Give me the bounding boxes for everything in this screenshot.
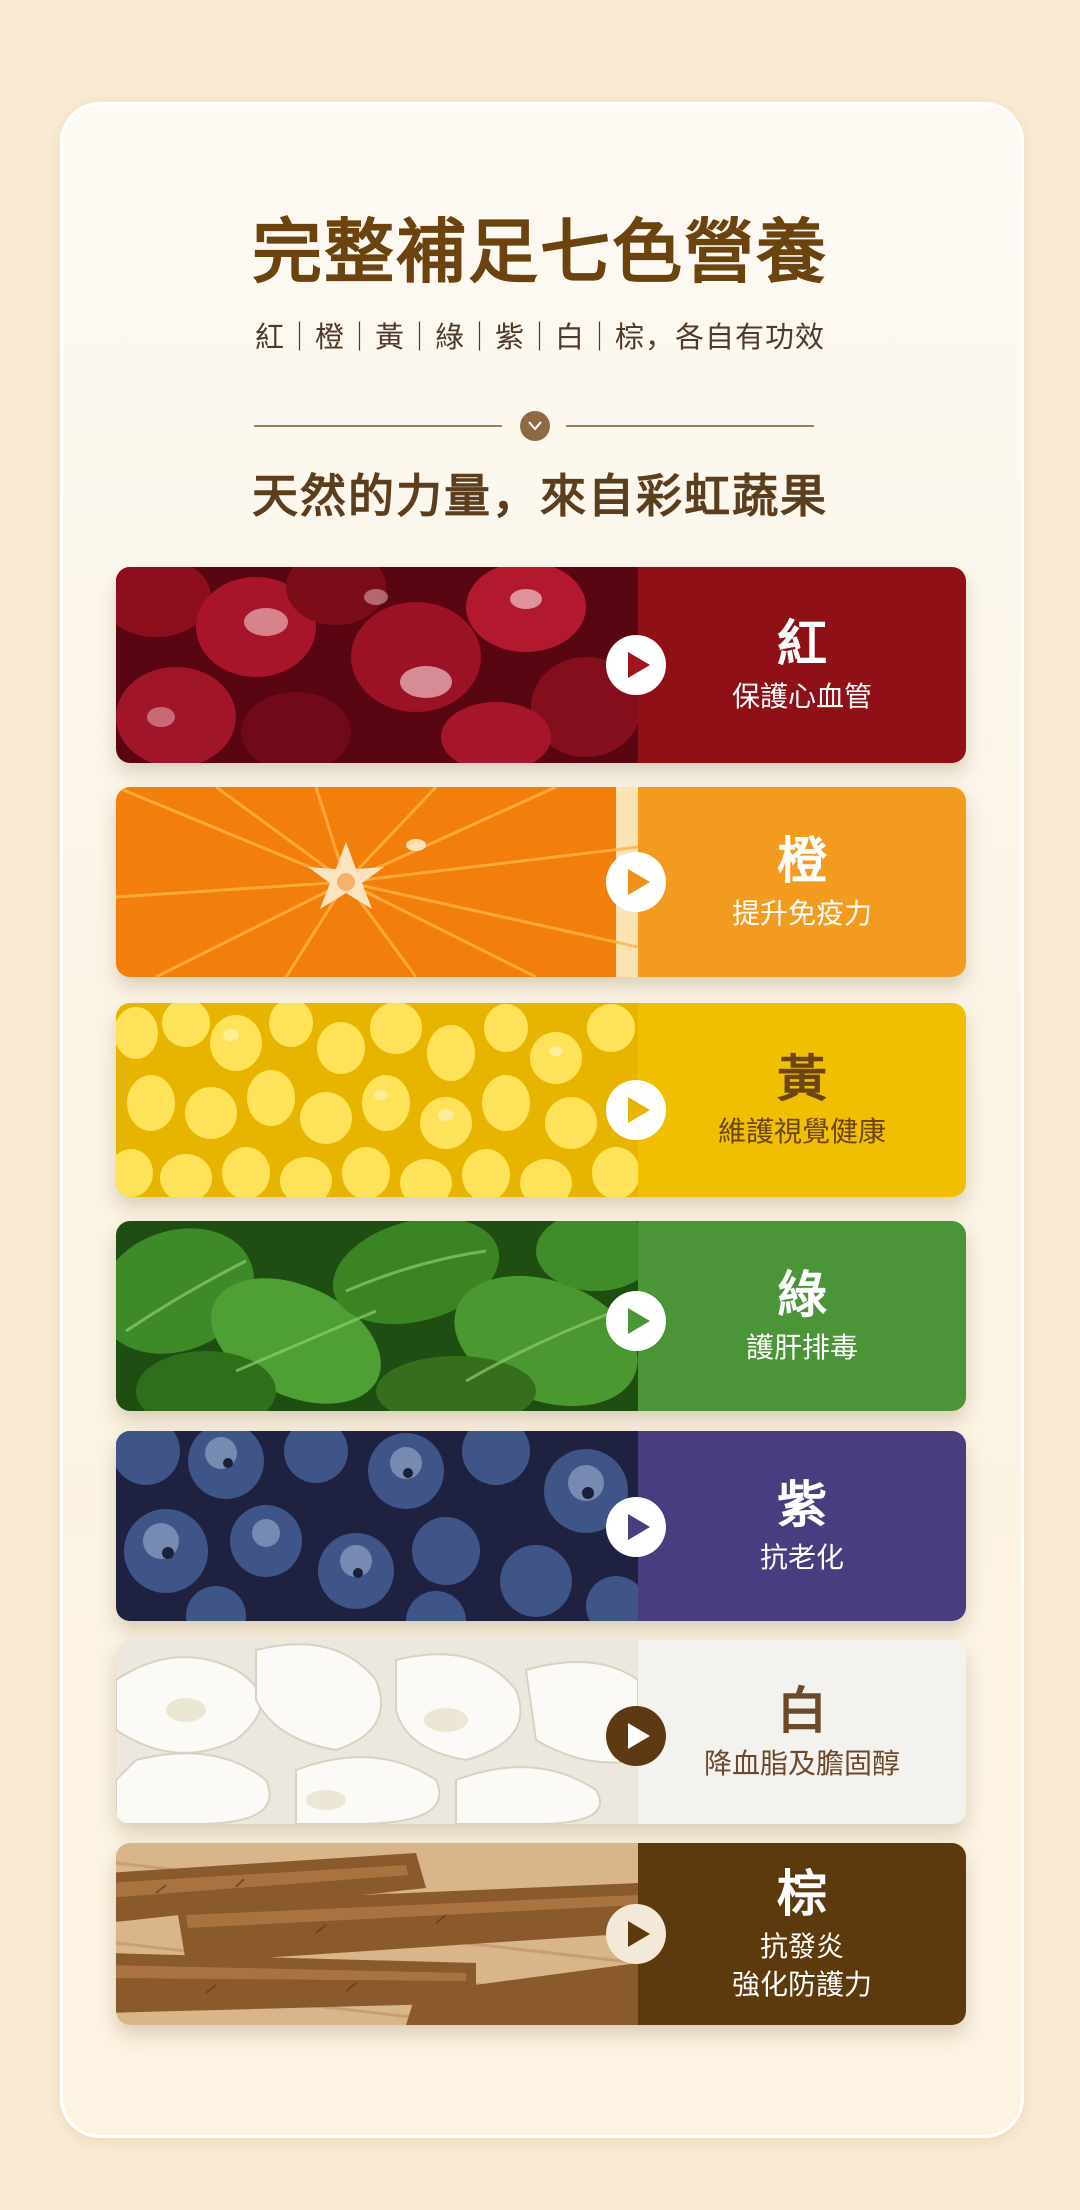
play-icon <box>627 652 650 678</box>
color-panel-yellow: 黃 維護視覺健康 <box>638 1003 966 1197</box>
play-button-purple[interactable] <box>606 1497 666 1557</box>
color-panel-brown: 棕 抗發炎 強化防護力 <box>638 1843 966 2025</box>
color-benefit: 抗發炎 強化防護力 <box>731 1930 872 2001</box>
color-name: 黃 <box>777 1050 827 1109</box>
color-name: 紫 <box>777 1476 827 1535</box>
color-benefit: 護肝排毒 <box>745 1331 858 1365</box>
divider-line-right <box>566 425 814 427</box>
play-button-white[interactable] <box>606 1706 666 1766</box>
blueberries-image <box>116 1431 638 1621</box>
page-title: 完整補足七色營養 <box>252 210 828 293</box>
color-name: 棕 <box>777 1865 827 1924</box>
play-icon <box>627 1723 650 1749</box>
play-button-green[interactable] <box>606 1291 666 1351</box>
color-benefit: 維護視覺健康 <box>717 1115 886 1149</box>
burdock-root-image <box>116 1843 638 2025</box>
color-row-green[interactable]: 綠 護肝排毒 <box>116 1221 966 1411</box>
orange-slice-image <box>116 787 638 977</box>
color-panel-green: 綠 護肝排毒 <box>638 1221 966 1411</box>
color-benefit: 降血脂及膽固醇 <box>703 1747 900 1781</box>
color-row-white[interactable]: 白 降血脂及膽固醇 <box>116 1640 966 1824</box>
play-button-red[interactable] <box>606 635 666 695</box>
color-panel-purple: 紫 抗老化 <box>638 1431 966 1621</box>
play-icon <box>627 869 650 895</box>
green-leaves-image <box>116 1221 638 1411</box>
color-panel-red: 紅 保護心血管 <box>638 567 966 763</box>
play-icon <box>627 1514 650 1540</box>
play-button-brown[interactable] <box>606 1904 666 1964</box>
color-benefit: 提升免疫力 <box>731 897 872 931</box>
section-headline: 天然的力量，來自彩虹蔬果 <box>252 469 828 523</box>
page-subtitle: 紅｜橙｜黃｜綠｜紫｜白｜棕，各自有功效 <box>254 320 825 354</box>
color-benefit: 抗老化 <box>759 1541 844 1575</box>
color-row-red[interactable]: 紅 保護心血管 <box>116 567 966 763</box>
corn-kernels-image <box>116 1003 638 1197</box>
white-fungus-image <box>116 1640 638 1824</box>
play-icon <box>627 1097 650 1123</box>
color-panel-orange: 橙 提升免疫力 <box>638 787 966 977</box>
color-name: 白 <box>777 1682 827 1741</box>
play-button-orange[interactable] <box>606 852 666 912</box>
color-row-brown[interactable]: 棕 抗發炎 強化防護力 <box>116 1843 966 2025</box>
color-name: 紅 <box>777 615 827 674</box>
color-name: 橙 <box>777 832 827 891</box>
color-name: 綠 <box>777 1266 827 1325</box>
color-row-purple[interactable]: 紫 抗老化 <box>116 1431 966 1621</box>
divider-line-left <box>254 425 502 427</box>
play-button-yellow[interactable] <box>606 1080 666 1140</box>
color-row-yellow[interactable]: 黃 維護視覺健康 <box>116 1003 966 1197</box>
play-icon <box>627 1308 650 1334</box>
pomegranate-seeds-image <box>116 567 638 763</box>
color-panel-white: 白 降血脂及膽固醇 <box>638 1640 966 1824</box>
color-benefit: 保護心血管 <box>731 680 872 714</box>
section-divider <box>254 411 814 441</box>
play-icon <box>627 1921 650 1947</box>
color-row-orange[interactable]: 橙 提升免疫力 <box>116 787 966 977</box>
chevron-down-icon <box>520 411 550 441</box>
